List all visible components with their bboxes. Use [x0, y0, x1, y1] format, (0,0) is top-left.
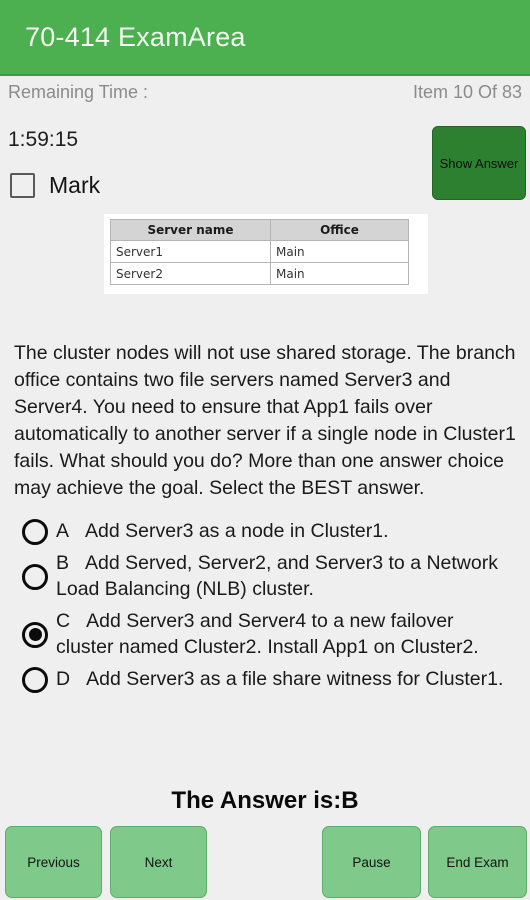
end-exam-button-label: End Exam — [446, 854, 509, 870]
table-row: Server2 Main — [110, 262, 409, 285]
answer-option-c[interactable]: C Add Server3 and Server4 to a new failov… — [0, 606, 530, 664]
previous-button[interactable]: Previous — [5, 826, 102, 898]
cell-office: Main — [270, 262, 409, 285]
show-answer-label: Show Answer — [439, 155, 519, 171]
option-text-d: Add Server3 as a file share witness for … — [86, 667, 504, 690]
exhibit-table: Server name Office Server1 Main Server2 … — [110, 219, 409, 285]
question-text: The cluster nodes will not use shared st… — [14, 342, 516, 499]
answer-options-list: A Add Server3 as a node in Cluster1. B Add… — [0, 516, 530, 696]
radio-button-b[interactable] — [22, 563, 48, 590]
answer-option-b[interactable]: B Add Served, Server2, and Server3 to a N… — [0, 548, 530, 606]
answer-reveal-text: The Answer is:B — [171, 787, 359, 814]
option-letter-a: A — [56, 520, 70, 543]
app-title-bar: 70-414 ExamArea — [0, 0, 530, 76]
pause-button-label: Pause — [352, 854, 391, 870]
option-letter-b: B — [56, 552, 70, 574]
answer-option-a[interactable]: A Add Server3 as a node in Cluster1. — [0, 516, 530, 548]
mark-question-row[interactable]: Mark — [10, 172, 100, 199]
column-header-office: Office — [270, 219, 409, 241]
item-counter: Item 10 Of 83 — [412, 82, 522, 102]
end-exam-button[interactable]: End Exam — [428, 826, 527, 898]
countdown-timer: 1:59:15 — [8, 128, 79, 151]
option-text-b: Add Served, Server2, and Server3 to a Ne… — [56, 552, 498, 600]
next-button-label: Next — [144, 854, 173, 870]
mark-checkbox[interactable] — [10, 173, 35, 198]
radio-button-d[interactable] — [22, 666, 48, 693]
exam-app-screen: 70-414 ExamArea Remaining Time : Item 10… — [0, 0, 530, 900]
radio-button-c[interactable] — [22, 621, 48, 648]
next-button[interactable]: Next — [110, 826, 207, 898]
table-header-row: Server name Office — [110, 219, 409, 241]
exam-status-bar: Remaining Time : Item 10 Of 83 — [0, 76, 530, 112]
cell-server-name: Server1 — [110, 240, 271, 263]
option-letter-d: D — [56, 667, 71, 690]
page-title: 70-414 ExamArea — [25, 22, 246, 52]
cell-office: Main — [270, 240, 409, 263]
pause-button[interactable]: Pause — [322, 826, 421, 898]
bottom-navigation-bar: Previous Next Pause End Exam — [0, 826, 530, 900]
column-header-server-name: Server name — [110, 219, 271, 241]
option-letter-c: C — [56, 609, 71, 632]
cell-server-name: Server2 — [110, 262, 271, 285]
answer-option-d[interactable]: D Add Server3 as a file share witness for… — [0, 664, 530, 696]
option-text-a: Add Server3 as a node in Cluster1. — [85, 520, 389, 543]
table-row: Server1 Main — [110, 240, 409, 263]
previous-button-label: Previous — [27, 854, 80, 870]
radio-button-a[interactable] — [22, 519, 48, 545]
remaining-time-label: Remaining Time : — [8, 82, 149, 102]
mark-label: Mark — [49, 172, 101, 198]
show-answer-button[interactable]: Show Answer — [432, 126, 526, 200]
exhibit-image: Server name Office Server1 Main Server2 … — [104, 214, 428, 294]
option-text-c: Add Server3 and Server4 to a new failove… — [56, 609, 479, 658]
